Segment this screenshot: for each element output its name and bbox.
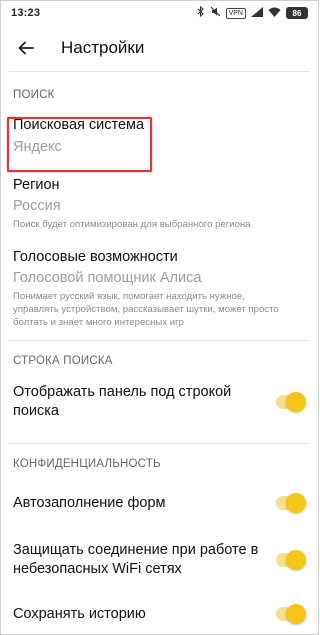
setting-region[interactable]: Регион Россия Поиск будет оптимизирован …: [1, 170, 318, 240]
page-title: Настройки: [61, 38, 145, 57]
toggle-knob: [286, 604, 306, 624]
region-description: Поиск будет оптимизирован для выбранного…: [13, 219, 251, 230]
toggle-knob: [286, 493, 306, 513]
voice-description: Понимает русский язык, помогает находить…: [13, 291, 279, 328]
region-title: Регион: [13, 177, 60, 193]
save-history-title: Сохранять историю: [13, 605, 146, 622]
toggle-knob: [286, 550, 306, 570]
setting-search-engine[interactable]: Поисковая система Яндекс: [1, 112, 318, 170]
wifi-protect-toggle[interactable]: [276, 550, 306, 570]
setting-show-panel[interactable]: Отображать панель под строкой поиска: [1, 377, 318, 427]
battery-icon: 86: [286, 7, 308, 19]
vpn-badge: VPN: [225, 7, 246, 19]
status-icons: VPN 86: [197, 5, 308, 20]
autofill-toggle[interactable]: [276, 493, 306, 513]
wifi-protect-title: Защищать соединение при работе в небезоп…: [13, 542, 259, 577]
app-bar: Настройки: [1, 25, 318, 71]
setting-autofill[interactable]: Автозаполнение форм: [1, 480, 318, 526]
save-history-toggle[interactable]: [276, 604, 306, 624]
section-header-privacy: КОНФИДЕНЦИАЛЬНОСТЬ: [13, 458, 161, 470]
voice-title: Голосовые возможности: [13, 249, 178, 265]
section-header-search: ПОИСК: [13, 89, 55, 101]
bluetooth-icon: [197, 5, 205, 20]
search-engine-title: Поисковая система: [13, 117, 145, 133]
status-bar: 13:23 VPN 86: [1, 1, 318, 25]
setting-save-history[interactable]: Сохранять историю: [1, 592, 318, 635]
show-panel-title: Отображать панель под строкой поиска: [13, 384, 232, 419]
voice-value: Голосовой помощник Алиса: [13, 270, 202, 286]
signal-icon: [251, 6, 263, 20]
autofill-title: Автозаполнение форм: [13, 494, 166, 511]
setting-voice[interactable]: Голосовые возможности Голосовой помощник…: [1, 240, 318, 340]
search-engine-value: Яндекс: [13, 139, 62, 155]
status-time: 13:23: [11, 7, 41, 19]
back-arrow-icon[interactable]: [15, 37, 37, 59]
setting-wifi-protect[interactable]: Защищать соединение при работе в небезоп…: [1, 530, 318, 590]
toggle-knob: [286, 392, 306, 412]
show-panel-toggle[interactable]: [276, 392, 306, 412]
wifi-icon: [268, 7, 281, 20]
mute-icon: [210, 6, 221, 20]
region-value: Россия: [13, 198, 61, 214]
section-header-search-bar: СТРОКА ПОИСКА: [13, 355, 113, 367]
